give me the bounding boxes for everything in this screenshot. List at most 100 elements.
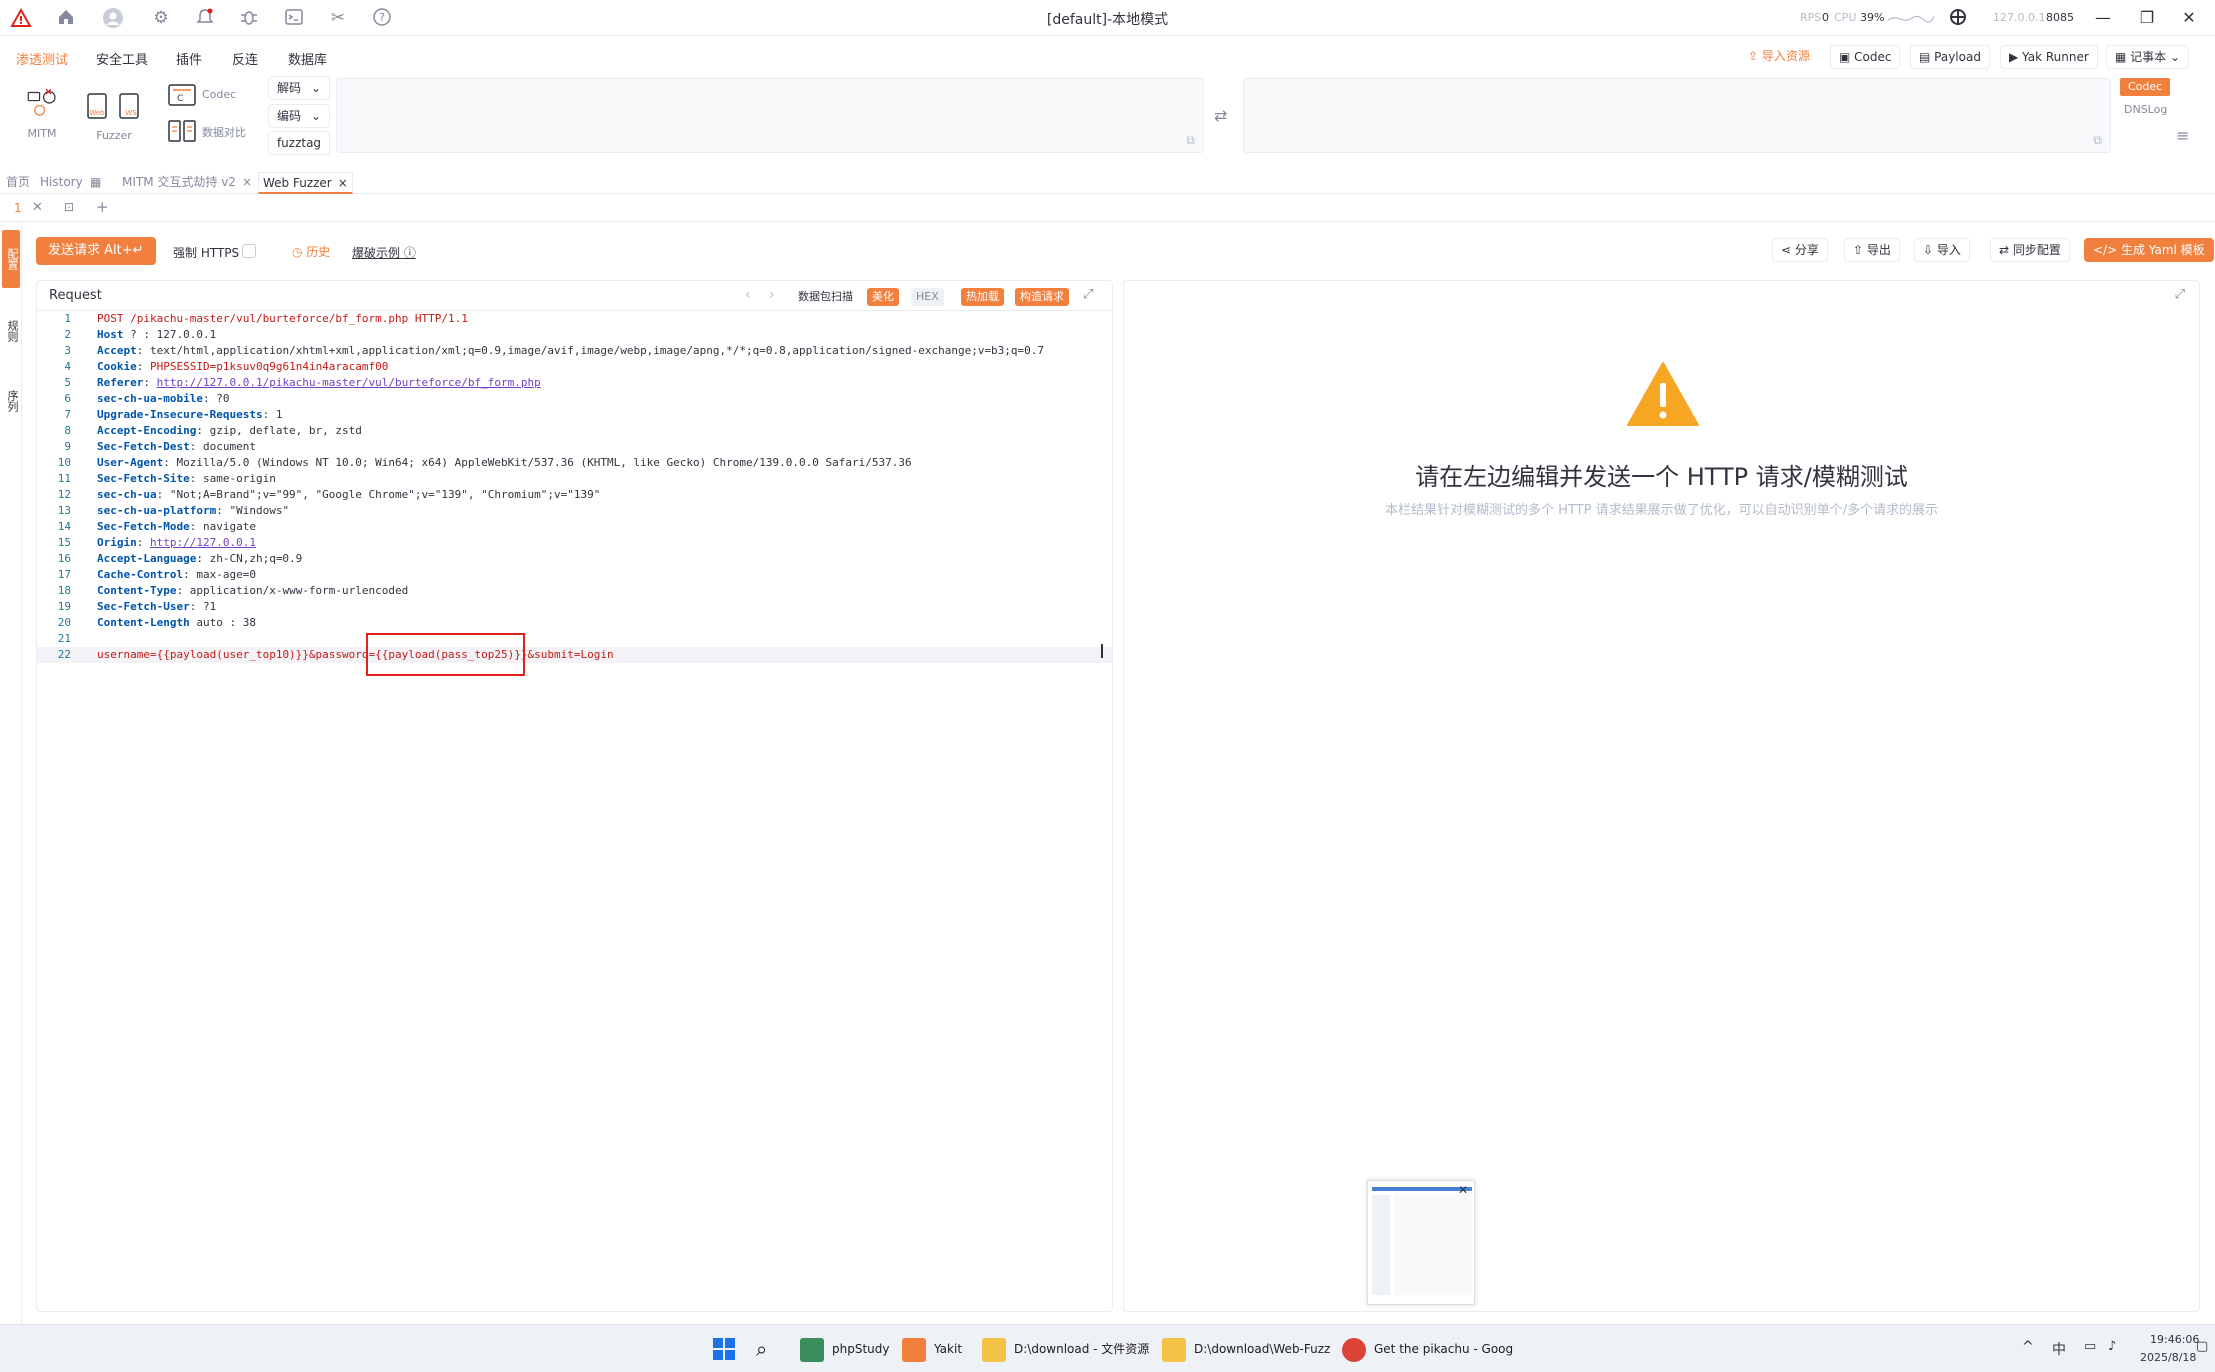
build-request-button[interactable]: 构造请求 (1015, 288, 1069, 306)
menu-reverse[interactable]: 反连 (232, 49, 258, 68)
editor-line[interactable]: 20 Content-Length auto : 38 (37, 615, 1112, 631)
windows-start-icon[interactable] (712, 1337, 736, 1361)
copy-icon[interactable]: ⧉ (2093, 133, 2102, 148)
close-icon[interactable]: × (242, 175, 252, 189)
editor-line[interactable]: 17 Cache-Control: max-age=0 (37, 567, 1112, 583)
fullscreen-icon[interactable]: ⤢ (1083, 287, 1093, 302)
collapse-toolbar-icon[interactable]: ≡ (2176, 126, 2189, 145)
compare-tool-icon[interactable] (168, 120, 196, 142)
search-icon[interactable]: ⌕ (756, 1337, 767, 1361)
editor-line[interactable]: 3 Accept: text/html,application/xhtml+xml… (37, 343, 1112, 359)
sidebar-item-rules[interactable]: 规则 (2, 302, 20, 360)
ime-indicator[interactable]: 中 (2052, 1339, 2066, 1359)
user-avatar-icon[interactable] (102, 7, 124, 29)
share-button[interactable]: ⋖ 分享 (1772, 238, 1828, 262)
payload-button[interactable]: ▤ Payload (1910, 45, 1990, 69)
help-icon[interactable]: ? (371, 7, 393, 29)
editor-line[interactable]: 10 User-Agent: Mozilla/5.0 (Windows NT 10… (37, 455, 1112, 471)
home-icon[interactable] (55, 7, 77, 29)
hot-reload-button[interactable]: 热加载 (961, 288, 1004, 306)
editor-line[interactable]: 16 Accept-Language: zh-CN,zh;q=0.9 (37, 551, 1112, 567)
menu-plugins[interactable]: 插件 (176, 49, 202, 68)
editor-line[interactable]: 18 Content-Type: application/x-www-form-u… (37, 583, 1112, 599)
history-button[interactable]: ◷ 历史 (292, 243, 330, 260)
editor-line[interactable]: 8 Accept-Encoding: gzip, deflate, br, zst… (37, 423, 1112, 439)
send-request-button[interactable]: 发送请求 Alt+↵ (36, 237, 156, 265)
clock-time[interactable]: 19:46:06 (2150, 1333, 2199, 1346)
tray-chevron-up-icon[interactable]: ^ (2022, 1339, 2034, 1355)
add-tab-icon[interactable]: + (96, 198, 109, 216)
editor-line[interactable]: 2 Host ? : 127.0.0.1 (37, 327, 1112, 343)
decode-select[interactable]: 解码 ⌄ (268, 76, 330, 100)
tab-history[interactable]: History (36, 172, 87, 194)
editor-line[interactable]: 4 Cookie: PHPSESSID=p1ksuv0q9g61n4in4arac… (37, 359, 1112, 375)
swap-icon[interactable]: ⇄ (1214, 106, 1227, 125)
generate-yaml-button[interactable]: </> 生成 Yaml 模板 (2084, 238, 2214, 262)
volume-icon[interactable]: ♪ (2108, 1339, 2116, 1354)
save-icon[interactable]: ⊡ (64, 200, 74, 214)
engine-status-icon[interactable] (1947, 7, 1969, 29)
editor-line[interactable]: 6 sec-ch-ua-mobile: ?0 (37, 391, 1112, 407)
encode-select[interactable]: 编码 ⌄ (268, 104, 330, 128)
taskbar-app-chrome[interactable]: Get the pikachu - Goog (1342, 1335, 1513, 1363)
request-editor[interactable]: 1 POST /pikachu-master/vul/burteforce/bf_… (37, 311, 1112, 1311)
dnslog-side-tab[interactable]: DNSLog (2120, 101, 2171, 119)
bug-icon[interactable] (238, 7, 260, 29)
tools-icon[interactable]: ✂ (327, 7, 349, 29)
editor-line[interactable]: 15 Origin: http://127.0.0.1 (37, 535, 1112, 551)
editor-line[interactable]: 21 (37, 631, 1112, 647)
codec-tool-icon[interactable]: C (168, 84, 196, 106)
editor-line[interactable]: 1 POST /pikachu-master/vul/burteforce/bf_… (37, 311, 1112, 327)
menu-security-tools[interactable]: 安全工具 (96, 49, 148, 68)
fullscreen-icon[interactable]: ⤢ (2175, 287, 2185, 302)
codec-button[interactable]: ▣ Codec (1830, 45, 1901, 69)
codec-side-tab[interactable]: Codec (2120, 78, 2171, 96)
clock-date[interactable]: 2025/8/18 (2140, 1351, 2196, 1364)
editor-line[interactable]: 19 Sec-Fetch-User: ?1 (37, 599, 1112, 615)
sidebar-item-sequence[interactable]: 序列 (2, 372, 20, 430)
notification-bell-icon[interactable] (194, 7, 216, 29)
terminal-icon[interactable] (283, 7, 305, 29)
editor-line[interactable]: 5 Referer: http://127.0.0.1/pikachu-maste… (37, 375, 1112, 391)
hex-button[interactable]: HEX (911, 288, 944, 306)
import-resource-button[interactable]: ⇪ 导入资源 (1740, 45, 1818, 69)
packet-scan-button[interactable]: 数据包扫描 (793, 288, 858, 306)
network-icon[interactable]: ▭ (2084, 1339, 2096, 1354)
editor-line[interactable]: 12 sec-ch-ua: "Not;A=Brand";v="99", "Goog… (37, 487, 1112, 503)
restore-icon[interactable]: ❐ (2134, 6, 2160, 30)
notebook-button[interactable]: ▦ 记事本 ⌄ (2106, 45, 2190, 69)
window-preview-thumbnail[interactable]: ✕ (1367, 1180, 1475, 1305)
menu-pentest[interactable]: 渗透测试 (16, 49, 68, 68)
notification-icon[interactable]: ▢ (2196, 1339, 2208, 1354)
codec-tool-label[interactable]: Codec (202, 88, 236, 101)
sidebar-item-config[interactable]: 配置 (2, 230, 20, 288)
taskbar-app-explorer-1[interactable]: D:\download - 文件资源 (982, 1335, 1149, 1363)
yak-runner-button[interactable]: ▶ Yak Runner (2000, 45, 2098, 69)
editor-line[interactable]: 13 sec-ch-ua-platform: "Windows" (37, 503, 1112, 519)
close-icon[interactable]: × (338, 176, 348, 190)
menu-database[interactable]: 数据库 (288, 49, 327, 68)
next-icon[interactable]: › (769, 287, 775, 303)
import-button[interactable]: ⇩ 导入 (1914, 238, 1970, 262)
editor-line[interactable]: 7 Upgrade-Insecure-Requests: 1 (37, 407, 1112, 423)
fuzzer-tool[interactable]: Web WS Fuzzer (84, 90, 144, 142)
editor-line[interactable]: 22 username={{payload(user_top10)}}&passw… (37, 647, 1112, 663)
codec-input-area[interactable]: ⧉ (336, 78, 1204, 153)
close-icon[interactable]: ✕ (32, 200, 43, 215)
editor-line[interactable]: 9 Sec-Fetch-Dest: document (37, 439, 1112, 455)
sync-config-button[interactable]: ⇄ 同步配置 (1990, 238, 2070, 262)
copy-icon[interactable]: ⧉ (1186, 133, 1195, 148)
export-button[interactable]: ⇧ 导出 (1844, 238, 1900, 262)
beautify-button[interactable]: 美化 (867, 288, 899, 306)
tab-mitm-v2[interactable]: MITM 交互式劫持 v2 × (118, 172, 256, 194)
close-icon[interactable]: ✕ (2176, 6, 2202, 30)
compare-tool-label[interactable]: 数据对比 (202, 124, 246, 140)
taskbar-app-explorer-2[interactable]: D:\download\Web-Fuzz (1162, 1335, 1330, 1363)
settings-gear-icon[interactable]: ⚙ (150, 7, 172, 29)
taskbar-app-phpstudy[interactable]: phpStudy (800, 1335, 890, 1363)
tab-home[interactable]: 首页 (2, 172, 34, 194)
fuzztag-button[interactable]: fuzztag (268, 131, 330, 155)
minimize-icon[interactable]: — (2090, 6, 2116, 30)
codec-output-area[interactable]: ⧉ (1243, 78, 2111, 153)
force-https-checkbox[interactable] (242, 244, 256, 258)
